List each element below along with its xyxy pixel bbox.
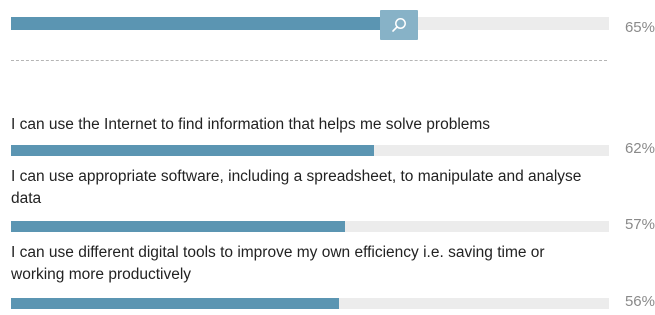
statement-percent: 62% — [624, 140, 655, 157]
summary-bar-track — [11, 17, 609, 30]
statement-bar-track — [11, 145, 609, 156]
statement-bar-fill — [11, 145, 374, 156]
statement-bar-track — [11, 298, 609, 309]
summary-percent: 65% — [624, 19, 655, 36]
statement-text: I can use the Internet to find informati… — [11, 116, 491, 133]
statement-text: I can use different digital tools to imp… — [11, 244, 545, 283]
statement-text: I can use appropriate software, includin… — [11, 168, 582, 207]
statement-percent: 57% — [624, 216, 655, 233]
summary-row — [11, 10, 609, 41]
divider — [11, 60, 607, 61]
statement-percent: 56% — [624, 293, 655, 310]
statement-bar-fill — [11, 298, 339, 309]
statement-bar-track — [11, 221, 609, 232]
statement-bar-fill — [11, 221, 345, 232]
summary-bar-fill — [11, 17, 390, 30]
search-icon — [392, 18, 406, 32]
search-button[interactable] — [380, 10, 418, 40]
